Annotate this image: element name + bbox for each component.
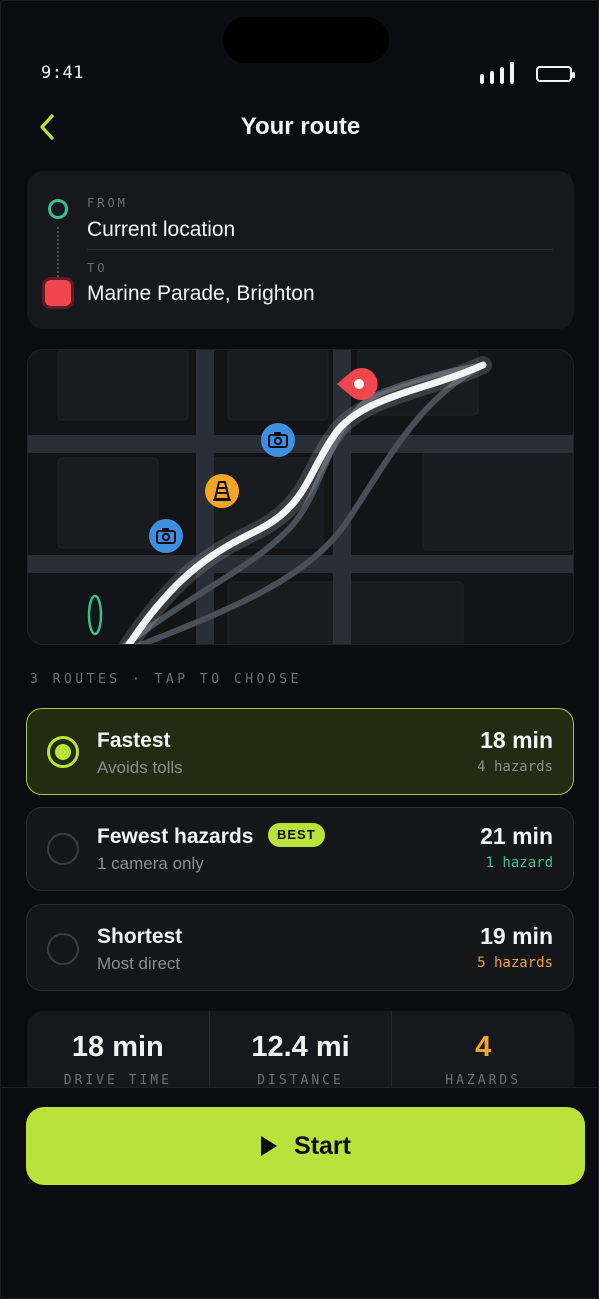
route-name: Fewest hazards: [97, 825, 254, 848]
from-value[interactable]: Current location: [87, 218, 235, 242]
route-time: 21 min: [480, 823, 553, 849]
camera-icon[interactable]: [260, 422, 296, 458]
route-time: 19 min: [480, 923, 553, 949]
route-subtitle: Avoids tolls: [97, 758, 183, 777]
to-label: TO: [87, 261, 108, 275]
start-label: Start: [294, 1131, 351, 1160]
radio-unselected[interactable]: [47, 933, 79, 965]
route-name: Shortest: [97, 925, 183, 948]
destination-square-icon: [45, 280, 71, 306]
start-button[interactable]: Start: [26, 1107, 585, 1185]
route-hazards: 4 hazards: [477, 759, 553, 775]
route-hazards: 5 hazards: [477, 955, 553, 971]
route-subtitle: 1 camera only: [97, 854, 204, 873]
to-value[interactable]: Marine Parade, Brighton: [87, 282, 315, 306]
from-label: FROM: [87, 196, 128, 210]
radio-unselected[interactable]: [47, 833, 79, 865]
divider: [87, 249, 553, 250]
radio-selected[interactable]: [47, 736, 79, 768]
phone-screen: 9:41 Your route FROM Current location TO…: [0, 0, 599, 1299]
map-canvas: [28, 350, 573, 644]
stat-label: DISTANCE: [257, 1073, 344, 1088]
route-endpoints-card[interactable]: FROM Current location TO Marine Parade, …: [27, 171, 574, 329]
battery-icon: [536, 66, 575, 82]
destination-pin-icon[interactable]: [333, 366, 379, 406]
page-title: Your route: [240, 113, 361, 140]
route-option-fastest[interactable]: Fastest Avoids tolls 18 min 4 hazards: [26, 708, 574, 795]
stat-label: DRIVE TIME: [63, 1073, 172, 1088]
route-option-fewest-hazards[interactable]: Fewest hazards BEST 1 camera only 21 min…: [26, 807, 574, 891]
camera-icon[interactable]: [148, 518, 184, 554]
best-badge: BEST: [268, 823, 325, 847]
dynamic-island: [223, 17, 389, 63]
play-icon: [261, 1136, 278, 1156]
route-map[interactable]: [27, 349, 574, 645]
route-subtitle: Most direct: [97, 954, 181, 973]
signal-icon: [480, 62, 514, 84]
traffic-cone-icon[interactable]: [204, 473, 240, 509]
route-option-shortest[interactable]: Shortest Most direct 19 min 5 hazards: [26, 904, 574, 991]
route-time: 18 min: [480, 727, 553, 753]
stat-value: 12.4 mi: [251, 1031, 350, 1063]
routes-header: 3 ROUTES · TAP TO CHOOSE: [30, 672, 302, 687]
route-name: Fastest: [97, 729, 171, 752]
route-hazards: 1 hazard: [485, 855, 553, 871]
stat-value: 18 min: [71, 1031, 164, 1063]
stat-value: 4: [475, 1031, 492, 1063]
origin-dot-icon: [48, 199, 68, 219]
stat-label: HAZARDS: [445, 1073, 522, 1088]
status-time: 9:41: [41, 63, 84, 83]
